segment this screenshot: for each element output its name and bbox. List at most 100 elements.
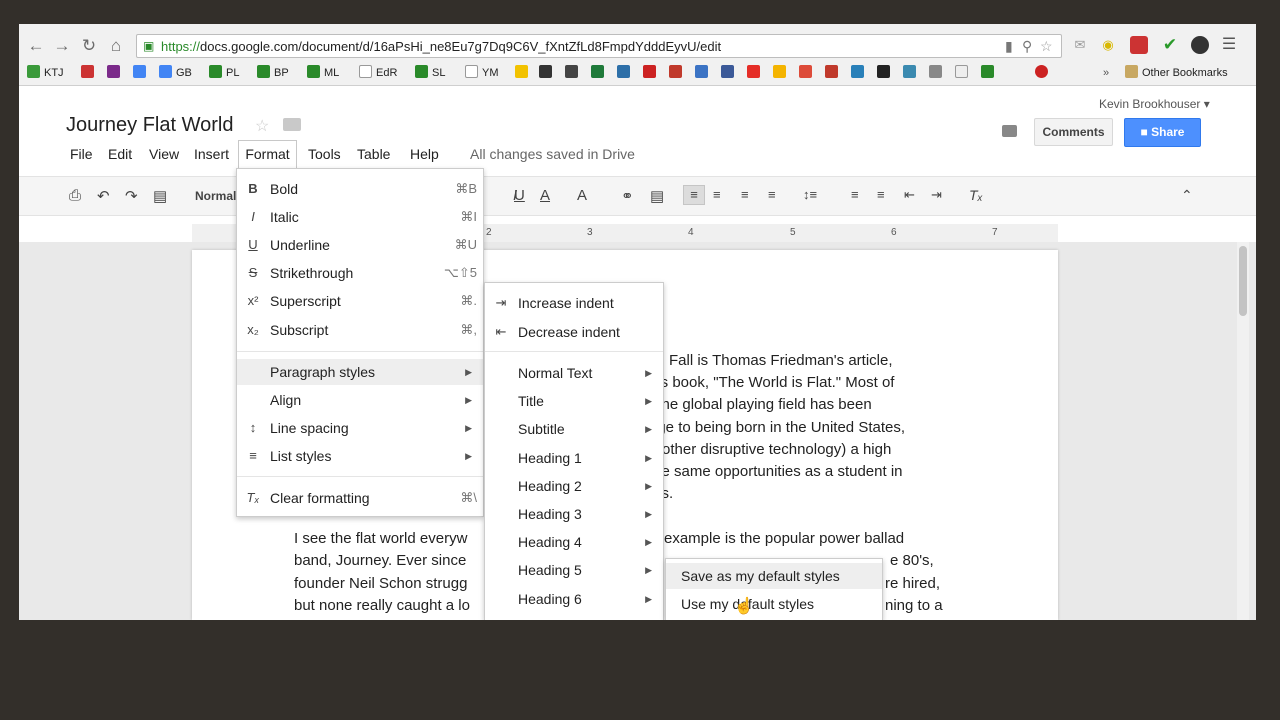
home-icon[interactable]: ⌂ xyxy=(106,36,126,56)
format-bold-item[interactable]: B Bold ⌘B xyxy=(237,176,483,202)
menu-icon[interactable]: ☰ xyxy=(1220,36,1238,54)
bookmark-item[interactable]: ML xyxy=(307,65,339,81)
user-account[interactable]: Kevin Brookhouser ▾ xyxy=(1099,97,1210,111)
style-heading-6-item[interactable]: Heading 6 ▶ xyxy=(485,586,663,612)
menu-format[interactable]: Format xyxy=(238,140,297,168)
bookmark-item[interactable] xyxy=(877,65,894,81)
folder-icon[interactable] xyxy=(283,118,301,131)
back-icon[interactable]: ← xyxy=(26,36,46,56)
bookmark-item[interactable] xyxy=(721,65,738,81)
line-spacing-icon[interactable]: ↕≡ xyxy=(803,187,817,202)
scrollbar-thumb[interactable] xyxy=(1239,246,1247,316)
bookmark-item[interactable] xyxy=(539,65,556,81)
bookmark-item[interactable] xyxy=(799,65,816,81)
bookmark-item[interactable] xyxy=(133,65,150,81)
mic-icon[interactable]: ▮ xyxy=(1005,38,1013,55)
align-left-icon[interactable]: ≡ xyxy=(683,185,705,205)
bookmark-item[interactable] xyxy=(643,65,660,81)
bookmark-item[interactable] xyxy=(81,65,98,81)
extension-red-icon[interactable] xyxy=(1130,36,1148,54)
increase-indent-icon[interactable]: ⇥ xyxy=(931,187,942,203)
bookmark-item[interactable] xyxy=(929,65,946,81)
comment-icon[interactable] xyxy=(1002,125,1017,137)
menu-help[interactable]: Help xyxy=(410,146,439,162)
bookmark-item[interactable] xyxy=(825,65,842,81)
document-title[interactable]: Journey Flat World xyxy=(66,114,233,137)
menu-table[interactable]: Table xyxy=(357,146,390,162)
underline-icon[interactable]: U xyxy=(514,187,525,204)
decrease-indent-item[interactable]: ⇤ Decrease indent xyxy=(485,319,663,345)
decrease-indent-icon[interactable]: ⇤ xyxy=(904,187,915,203)
style-heading-1-item[interactable]: Heading 1 ▶ xyxy=(485,445,663,471)
collapse-icon[interactable]: ⌃ xyxy=(1181,187,1193,204)
bookmark-item[interactable]: EdR xyxy=(359,65,397,81)
bookmark-item[interactable] xyxy=(107,65,124,81)
style-heading-4-item[interactable]: Heading 4 ▶ xyxy=(485,529,663,555)
extension-dark-icon[interactable] xyxy=(1191,36,1209,54)
address-bar[interactable]: ▣ https://docs.google.com/document/d/16a… xyxy=(136,34,1062,58)
format-underline-item[interactable]: U Underline ⌘U xyxy=(237,232,483,258)
search-icon[interactable]: ⚲ xyxy=(1022,38,1032,55)
bookmark-item[interactable]: PL xyxy=(209,65,239,81)
bookmark-item[interactable] xyxy=(515,65,532,81)
other-bookmarks[interactable]: Other Bookmarks xyxy=(1125,65,1228,81)
print-icon[interactable]: ⎙ xyxy=(69,187,81,204)
save-default-styles-item[interactable]: Save as my default styles xyxy=(666,563,882,589)
bookmark-item[interactable]: YM xyxy=(465,65,499,81)
bookmark-item[interactable]: SL xyxy=(415,65,445,81)
check-icon[interactable]: ✔ xyxy=(1161,36,1179,54)
bulb-icon[interactable]: ◉ xyxy=(1099,36,1117,54)
format-superscript-item[interactable]: x² Superscript ⌘. xyxy=(237,288,483,314)
comment-add-icon[interactable]: ▤ xyxy=(650,187,664,205)
format-list-styles-item[interactable]: ≡ List styles ▶ xyxy=(237,443,483,469)
link-icon[interactable]: ⚭ xyxy=(621,187,634,205)
style-title-item[interactable]: Title ▶ xyxy=(485,388,663,414)
align-right-icon[interactable]: ≡ xyxy=(741,187,749,202)
menu-edit[interactable]: Edit xyxy=(108,146,132,162)
clear-formatting-icon[interactable]: Tₓ xyxy=(969,187,983,203)
highlight-icon[interactable]: A xyxy=(577,187,587,204)
comments-button[interactable]: Comments xyxy=(1034,118,1113,146)
menu-view[interactable]: View xyxy=(149,146,179,162)
style-select[interactable]: Normal xyxy=(195,189,236,203)
style-subtitle-item[interactable]: Subtitle ▶ xyxy=(485,416,663,442)
reload-icon[interactable]: ↻ xyxy=(79,36,99,56)
numbered-list-icon[interactable]: ≡ xyxy=(851,187,859,202)
share-button[interactable]: ■ Share xyxy=(1124,118,1201,147)
use-default-styles-item[interactable]: Use my default styles xyxy=(666,591,882,617)
bookmark-item[interactable] xyxy=(669,65,686,81)
format-align-item[interactable]: Align ▶ xyxy=(237,387,483,413)
style-normal-text-item[interactable]: Normal Text ▶ xyxy=(485,360,663,386)
format-subscript-item[interactable]: x₂ Subscript ⌘, xyxy=(237,317,483,343)
more-bookmarks-icon[interactable]: » xyxy=(1103,65,1109,81)
align-justify-icon[interactable]: ≡ xyxy=(768,187,776,202)
vertical-scrollbar[interactable] xyxy=(1237,242,1249,620)
undo-icon[interactable]: ↶ xyxy=(97,187,110,205)
style-heading-5-item[interactable]: Heading 5 ▶ xyxy=(485,557,663,583)
format-italic-item[interactable]: I Italic ⌘I xyxy=(237,204,483,230)
bookmark-item[interactable] xyxy=(695,65,712,81)
bookmark-item[interactable] xyxy=(747,65,764,81)
bookmark-item[interactable]: BP xyxy=(257,65,289,81)
format-strikethrough-item[interactable]: S Strikethrough ⌥⇧5 xyxy=(237,260,483,286)
url-text[interactable]: https://docs.google.com/document/d/16aPs… xyxy=(161,39,721,54)
bookmark-item[interactable] xyxy=(1035,65,1052,81)
increase-indent-item[interactable]: ⇥ Increase indent xyxy=(485,290,663,316)
redo-icon[interactable]: ↷ xyxy=(125,187,138,205)
menu-tools[interactable]: Tools xyxy=(308,146,341,162)
bookmark-item[interactable] xyxy=(565,65,582,81)
bookmark-item[interactable] xyxy=(591,65,608,81)
style-heading-2-item[interactable]: Heading 2 ▶ xyxy=(485,473,663,499)
forward-icon[interactable]: → xyxy=(52,36,72,56)
bulleted-list-icon[interactable]: ≡ xyxy=(877,187,885,202)
star-icon[interactable]: ☆ xyxy=(1040,38,1053,55)
star-icon[interactable]: ☆ xyxy=(255,116,269,136)
bookmark-item[interactable]: KTJ xyxy=(27,65,64,81)
bookmark-item[interactable] xyxy=(617,65,634,81)
format-clear-formatting-item[interactable]: Tₓ Clear formatting ⌘\ xyxy=(237,485,483,511)
style-heading-3-item[interactable]: Heading 3 ▶ xyxy=(485,501,663,527)
paint-format-icon[interactable]: ▤ xyxy=(153,187,167,205)
bookmark-item[interactable] xyxy=(981,65,998,81)
menu-insert[interactable]: Insert xyxy=(194,146,229,162)
menu-file[interactable]: File xyxy=(70,146,93,162)
